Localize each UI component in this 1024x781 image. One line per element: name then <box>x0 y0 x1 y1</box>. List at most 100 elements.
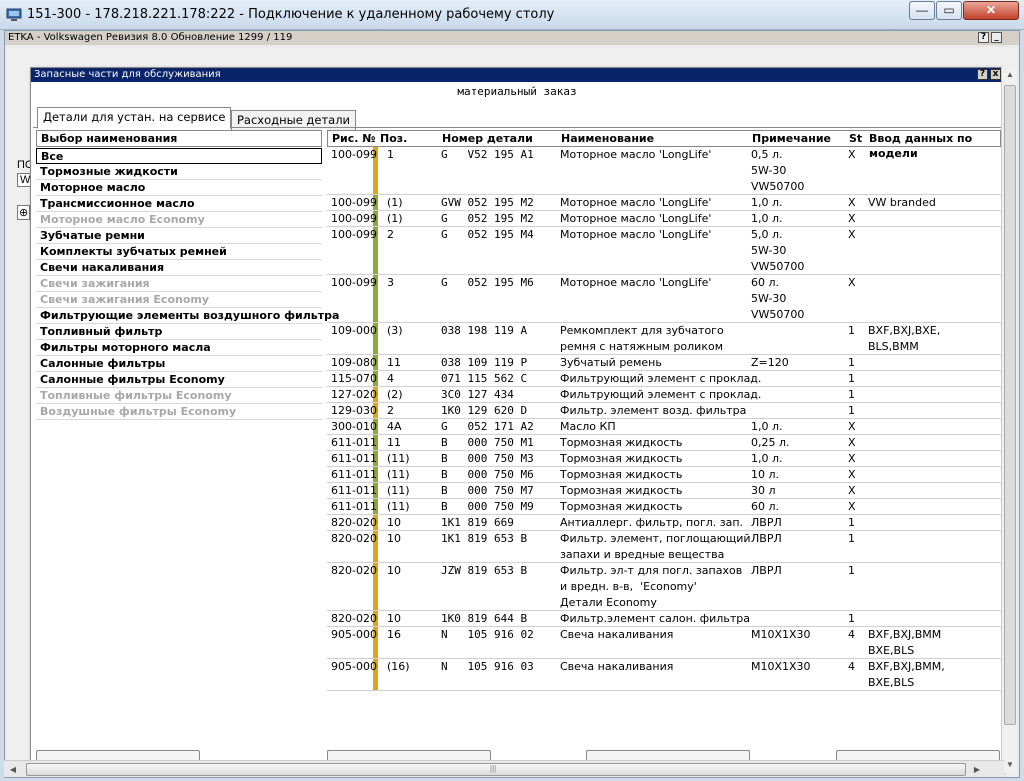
cell-part-number: GVW 052 195 M2 <box>441 196 534 209</box>
dialog-help-button[interactable]: ? <box>977 69 988 80</box>
cell-model: BXF,BXJ,BMM BXE,BLS <box>868 628 942 657</box>
category-item[interactable]: Фильтрующие элементы воздушного фильтра <box>36 308 339 324</box>
cell-part-number: G V52 195 A1 <box>441 148 534 161</box>
minimize-icon: — <box>916 3 928 17</box>
table-row[interactable]: 905-000 (16) N 105 916 03 Свеча накаливания… <box>327 659 1001 691</box>
table-row[interactable]: 100-099 1 G V52 195 A1 Моторное масло 'Long… <box>327 147 1001 195</box>
cell-pos: 1 <box>387 148 394 161</box>
category-item[interactable]: Салонные фильтры Economy <box>36 372 322 388</box>
table-row[interactable]: 611-011 (11) B 000 750 M7 Тормозная жидкост… <box>327 483 1001 499</box>
scroll-up-icon[interactable]: ▲ <box>1002 67 1018 83</box>
table-row[interactable]: 300-010 4A G 052 171 A2 Масло КП 1,0 л. X <box>327 419 1001 435</box>
etka-minimize-button[interactable]: _ <box>991 32 1002 43</box>
cell-name: Фильтрующий элемент с проклад. <box>560 372 762 385</box>
table-row[interactable]: 820-020 10 1K1 819 653 B Фильтр. элемент, п… <box>327 531 1001 563</box>
vertical-scrollbar[interactable]: ▲ ▼ <box>1001 67 1017 773</box>
category-item[interactable]: Моторное масло <box>36 180 322 196</box>
category-item[interactable]: Все <box>36 148 322 164</box>
cell-part-number: 1K1 819 669 <box>441 516 514 529</box>
column-header-fig[interactable]: Рис. № <box>332 131 376 146</box>
scroll-right-icon[interactable]: ▶ <box>968 761 986 778</box>
scroll-down-icon[interactable]: ▼ <box>1002 757 1018 773</box>
cell-part-number: B 000 750 M7 <box>441 484 534 497</box>
dialog-button[interactable] <box>586 750 750 760</box>
table-row[interactable]: 905-000 16 N 105 916 02 Свеча накаливания M1… <box>327 627 1001 659</box>
category-item[interactable]: Трансмиссионное масло <box>36 196 322 212</box>
table-row[interactable]: 820-020 10 JZW 819 653 B Фильтр. эл-т для п… <box>327 563 1001 611</box>
dialog-button[interactable] <box>836 750 1000 760</box>
category-item[interactable]: Тормозные жидкости <box>36 164 322 180</box>
cell-part-number: 1K0 819 644 B <box>441 612 528 625</box>
maximize-button[interactable]: ▭ <box>936 1 962 20</box>
column-header-note[interactable]: Примечание <box>752 131 831 146</box>
column-header-part[interactable]: Номер детали <box>442 131 533 146</box>
category-item[interactable]: Свечи зажигания Economy <box>36 292 322 308</box>
tab-service-parts[interactable]: Детали для устан. на сервисе <box>37 107 232 129</box>
cell-pos: 2 <box>387 228 394 241</box>
table-row[interactable]: 611-011 (11) B 000 750 M3 Тормозная жидкост… <box>327 451 1001 467</box>
cell-name: Тормозная жидкость <box>560 452 683 465</box>
table-row[interactable]: 100-099 (1) G 052 195 M2 Моторное масло 'Lo… <box>327 211 1001 227</box>
category-list-header: Выбор наименования <box>36 130 322 147</box>
cell-part-number: B 000 750 M3 <box>441 452 534 465</box>
category-item[interactable]: Зубчатые ремни <box>36 228 322 244</box>
category-item[interactable]: Моторное масло Economy <box>36 212 322 228</box>
close-button[interactable]: ✕ <box>963 1 1019 20</box>
category-item[interactable]: Фильтры моторного масла <box>36 340 322 356</box>
etka-help-button[interactable]: ? <box>978 32 989 43</box>
dialog-title-bar[interactable]: Запасные части для обслуживания ? x <box>31 68 1003 82</box>
column-header-pos[interactable]: Поз. <box>380 131 407 146</box>
column-header-st[interactable]: St <box>849 131 862 146</box>
category-item[interactable]: Свечи зажигания <box>36 276 322 292</box>
cell-model: BXF,BXJ,BXE, BLS,BMM <box>868 324 941 353</box>
cell-note: ЛВРЛ <box>751 564 782 577</box>
category-item[interactable]: Воздушные фильтры Economy <box>36 404 322 420</box>
category-item[interactable]: Комплекты зубчатых ремней <box>36 244 322 260</box>
table-row[interactable]: 100-099 3 G 052 195 M6 Моторное масло 'Long… <box>327 275 1001 323</box>
scroll-left-icon[interactable]: ◀ <box>4 761 22 778</box>
table-row[interactable]: 109-080 11 038 109 119 P Зубчатый ремень Z=1… <box>327 355 1001 371</box>
table-row[interactable]: 611-011 (11) B 000 750 M6 Тормозная жидкост… <box>327 467 1001 483</box>
vertical-scroll-thumb[interactable] <box>1004 85 1016 725</box>
cell-st: 1 <box>848 372 855 385</box>
cell-st: 4 <box>848 660 855 673</box>
cell-fig: 820-020 <box>331 516 377 529</box>
table-row[interactable]: 611-011 (11) B 000 750 M9 Тормозная жидкост… <box>327 499 1001 515</box>
cell-name: Фильтр. элемент, поглощающий запахи и вр… <box>560 532 751 561</box>
cell-fig: 820-020 <box>331 532 377 545</box>
cell-note: 5,0 л. 5W-30 VW50700 <box>751 228 805 273</box>
category-item[interactable]: Топливные фильтры Economy <box>36 388 322 404</box>
table-row[interactable]: 820-020 10 1K1 819 669 Антиаллерг. фильтр, … <box>327 515 1001 531</box>
cell-pos: (11) <box>387 452 410 465</box>
column-header-name[interactable]: Наименование <box>561 131 654 146</box>
table-row[interactable]: 129-030 2 1K0 129 620 D Фильтр. элемент воз… <box>327 403 1001 419</box>
cell-pos: 4 <box>387 372 394 385</box>
minimize-button[interactable]: — <box>909 1 935 20</box>
cell-note: 60 л. <box>751 500 780 513</box>
table-row[interactable]: 611-011 11 B 000 750 M1 Тормозная жидкость 0… <box>327 435 1001 451</box>
cell-pos: 3 <box>387 276 394 289</box>
cell-st: 4 <box>848 628 855 641</box>
rdp-window-title: 151-300 - 178.218.221.178:222 - Подключе… <box>27 7 555 22</box>
dialog-button[interactable] <box>327 750 491 760</box>
table-row[interactable]: 115-070 4 071 115 562 C Фильтрующий элемент… <box>327 371 1001 387</box>
table-row[interactable]: 109-000 (3) 038 198 119 A Ремкомплект для з… <box>327 323 1001 355</box>
cell-fig: 115-070 <box>331 372 377 385</box>
rdp-title-bar[interactable]: 151-300 - 178.218.221.178:222 - Подключе… <box>0 0 1024 30</box>
cell-st: X <box>848 420 856 433</box>
cell-st: X <box>848 212 856 225</box>
dialog-button[interactable] <box>36 750 200 760</box>
dialog-heading: материальный заказ <box>457 85 577 98</box>
table-row[interactable]: 100-099 (1) GVW 052 195 M2 Моторное масло '… <box>327 195 1001 211</box>
dialog-close-button[interactable]: x <box>990 69 1001 80</box>
cell-st: 1 <box>848 356 855 369</box>
category-item[interactable]: Свечи накаливания <box>36 260 322 276</box>
category-item[interactable]: Салонные фильтры <box>36 356 322 372</box>
cell-pos: 10 <box>387 516 401 529</box>
category-item[interactable]: Топливный фильтр <box>36 324 322 340</box>
table-row[interactable]: 820-020 10 1K0 819 644 B Фильтр.элемент сал… <box>327 611 1001 627</box>
horizontal-scrollbar[interactable]: ◀ ||| ▶ <box>4 760 1004 777</box>
table-row[interactable]: 100-099 2 G 052 195 M4 Моторное масло 'Long… <box>327 227 1001 275</box>
table-row[interactable]: 127-020 (2) 3C0 127 434 Фильтрующий элемент… <box>327 387 1001 403</box>
cell-note: 1,0 л. <box>751 420 783 433</box>
